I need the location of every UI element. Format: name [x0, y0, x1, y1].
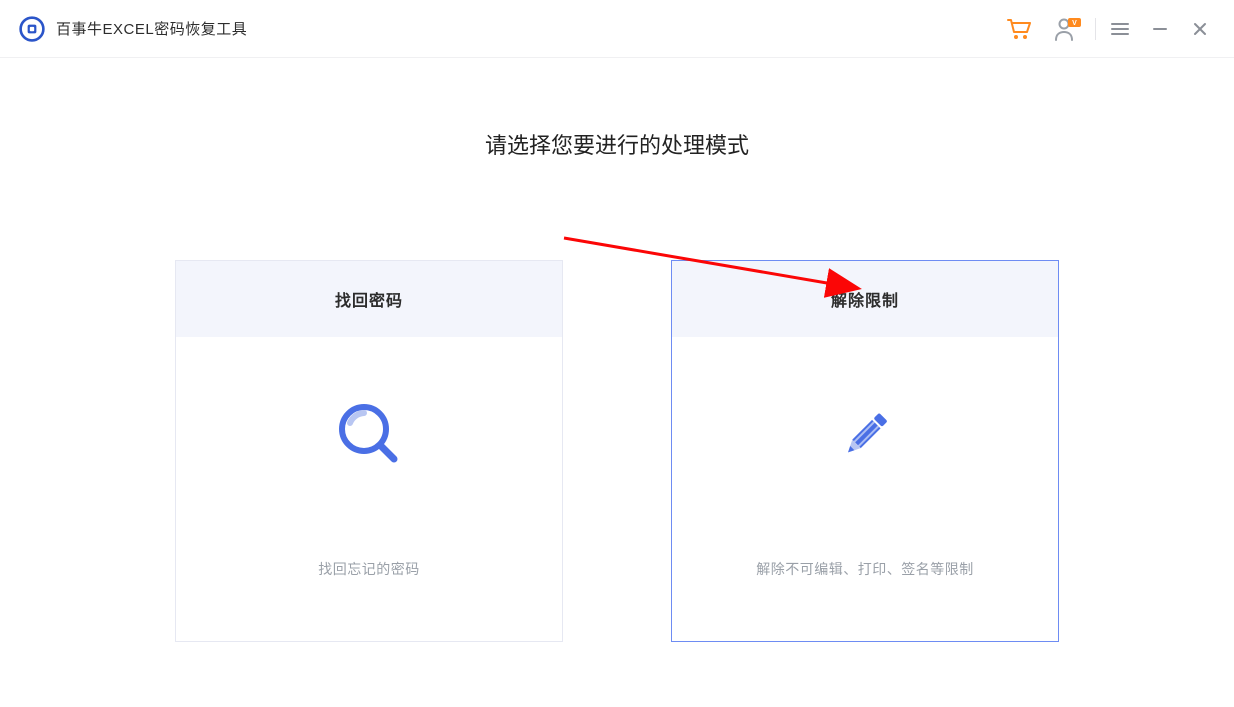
card-title: 找回密码: [176, 261, 562, 337]
card-body: 找回忘记的密码: [176, 337, 562, 641]
cart-icon[interactable]: [995, 9, 1043, 49]
pencil-icon: [830, 399, 900, 469]
svg-text:V: V: [1072, 20, 1077, 27]
card-title: 解除限制: [672, 261, 1058, 337]
card-body: 解除不可编辑、打印、签名等限制: [672, 337, 1058, 641]
card-desc: 找回忘记的密码: [318, 559, 420, 579]
app-title: 百事牛EXCEL密码恢复工具: [56, 18, 247, 39]
app-logo-icon: [18, 15, 46, 43]
menu-icon[interactable]: [1100, 9, 1140, 49]
titlebar-separator: [1095, 18, 1096, 40]
minimize-icon[interactable]: [1140, 9, 1180, 49]
mode-cards: 找回密码 找回忘记的密码 解除限制: [0, 260, 1234, 642]
user-vip-icon[interactable]: V: [1043, 9, 1091, 49]
card-recover-password[interactable]: 找回密码 找回忘记的密码: [175, 260, 563, 642]
titlebar-right: V: [995, 9, 1220, 49]
close-icon[interactable]: [1180, 9, 1220, 49]
titlebar: 百事牛EXCEL密码恢复工具 V: [0, 0, 1234, 58]
card-desc: 解除不可编辑、打印、签名等限制: [756, 559, 974, 579]
main-heading: 请选择您要进行的处理模式: [0, 128, 1234, 160]
magnifier-icon: [334, 399, 404, 469]
titlebar-left: 百事牛EXCEL密码恢复工具: [18, 15, 247, 43]
card-remove-restriction[interactable]: 解除限制 解除不可编辑、打印、签名等限制: [671, 260, 1059, 642]
